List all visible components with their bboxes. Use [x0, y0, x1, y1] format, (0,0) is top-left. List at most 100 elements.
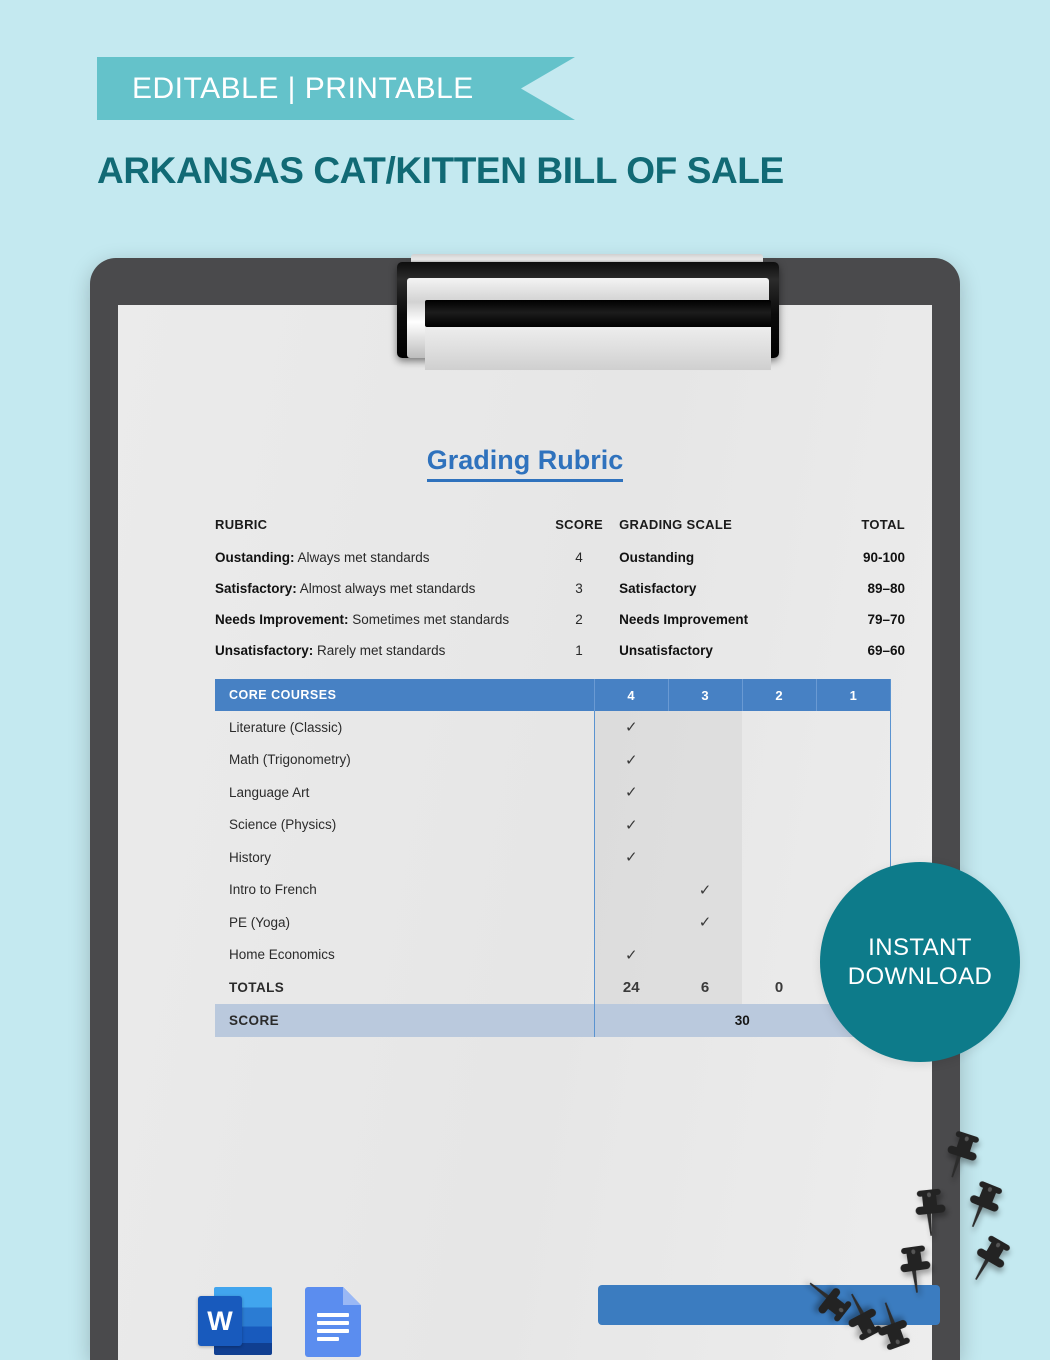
legend-scale: Needs Improvement: [619, 612, 749, 627]
legend-term: Unsatisfactory:: [215, 643, 314, 658]
document-title: Grading Rubric: [118, 445, 932, 482]
gdoc-text-lines: [317, 1313, 349, 1345]
legend-desc: Almost always met standards: [296, 581, 476, 596]
score-cell-3[interactable]: [668, 743, 742, 776]
totals-3: 6: [668, 971, 742, 1004]
legend-term: Satisfactory:: [215, 581, 297, 596]
score-cell-4[interactable]: ✓: [594, 808, 668, 841]
legend-scale: Satisfactory: [619, 581, 697, 596]
file-format-icons: W: [198, 1287, 361, 1357]
badge-line-1: INSTANT: [868, 933, 972, 961]
core-courses-table: CORE COURSES 4 3 2 1 Literature (Classic…: [215, 679, 890, 1037]
legend-rubric-desc: Needs Improvement: Sometimes met standar…: [215, 612, 539, 627]
course-name: Intro to French: [215, 873, 595, 906]
score-cell-3[interactable]: ✓: [668, 873, 742, 906]
legend-desc: Sometimes met standards: [348, 612, 510, 627]
table-row: Home Economics ✓: [215, 938, 890, 972]
table-row: Intro to French ✓: [215, 873, 890, 907]
clip-face: [425, 327, 771, 370]
score-cell-3[interactable]: [668, 808, 742, 841]
legend-score: 1: [575, 643, 583, 658]
score-cell-1[interactable]: [816, 841, 890, 874]
score-cell-2[interactable]: [742, 939, 816, 972]
legend-total: 69–60: [867, 643, 906, 658]
score-cell-4[interactable]: ✓: [594, 938, 668, 971]
clip-outer-frame: [397, 262, 779, 370]
score-cell-2[interactable]: [742, 776, 816, 809]
score-cell-4[interactable]: ✓: [594, 776, 668, 809]
legend-scale: Unsatisfactory: [619, 643, 713, 658]
ribbon-notch-shape: [521, 57, 575, 120]
legend-row: Oustanding: Always met standards 4 Ousta…: [215, 550, 905, 581]
table-row: Language Art ✓: [215, 776, 890, 809]
clip-inner-frame: [407, 278, 771, 370]
legend-desc: Always met standards: [294, 550, 430, 565]
pushpin-icon: [897, 1183, 959, 1245]
table-row: History ✓: [215, 841, 890, 874]
page-title: ARKANSAS CAT/KITTEN BILL OF SALE: [97, 150, 784, 191]
legend-rubric-desc: Satisfactory: Almost always met standard…: [215, 581, 539, 596]
table-row: Science (Physics) ✓: [215, 808, 890, 842]
legend-header-total: TOTAL: [861, 517, 906, 532]
course-name: Literature (Classic): [215, 711, 595, 744]
table-header-1: 1: [849, 687, 857, 703]
score-cell-3[interactable]: [668, 841, 742, 874]
clipboard-clip: [397, 254, 779, 370]
table-row: PE (Yoga) ✓: [215, 906, 890, 939]
score-cell-4[interactable]: [594, 906, 668, 939]
totals-row: TOTALS 24 6 0: [215, 971, 890, 1004]
score-cell-4[interactable]: ✓: [594, 711, 668, 744]
clipboard-paper: Grading Rubric RUBRIC SCORE GRADING SCAL…: [118, 305, 932, 1360]
legend-header-score: SCORE: [555, 517, 603, 532]
score-cell-4[interactable]: ✓: [594, 743, 668, 776]
course-name: Language Art: [215, 776, 595, 809]
legend-row: Unsatisfactory: Rarely met standards 1 U…: [215, 643, 905, 674]
table-header-4: 4: [594, 679, 669, 711]
legend-total: 90-100: [862, 550, 906, 565]
clip-slot: [425, 300, 771, 327]
score-cell-1[interactable]: [816, 711, 890, 744]
score-cell-3[interactable]: [668, 776, 742, 809]
template-preview-page: EDITABLE | PRINTABLE ARKANSAS CAT/KITTEN…: [0, 0, 1050, 1360]
instant-download-badge[interactable]: INSTANT DOWNLOAD: [820, 862, 1020, 1062]
legend-term: Oustanding:: [215, 550, 295, 565]
totals-2: 0: [774, 979, 784, 996]
score-cell-2[interactable]: [742, 711, 816, 744]
rubric-legend-header: RUBRIC SCORE GRADING SCALE TOTAL: [215, 517, 905, 550]
legend-score: 4: [575, 550, 583, 565]
score-row: SCORE 30: [215, 1004, 890, 1037]
legend-header-grading-scale: GRADING SCALE: [619, 517, 733, 532]
microsoft-word-icon[interactable]: W: [198, 1287, 272, 1355]
score-cell-2[interactable]: [742, 744, 816, 777]
table-header-2: 2: [742, 679, 817, 711]
score-cell-2[interactable]: [742, 874, 816, 907]
score-cell-2[interactable]: [742, 809, 816, 842]
legend-term: Needs Improvement:: [215, 612, 349, 627]
totals-4: 24: [594, 971, 668, 1004]
legend-rubric-desc: Unsatisfactory: Rarely met standards: [215, 643, 539, 658]
course-name: PE (Yoga): [215, 906, 595, 939]
google-docs-icon[interactable]: [305, 1287, 361, 1357]
course-name: Math (Trigonometry): [215, 743, 595, 776]
score-cell-3[interactable]: [668, 938, 742, 971]
ribbon-label: EDITABLE | PRINTABLE: [132, 71, 474, 105]
course-name: Science (Physics): [215, 808, 595, 841]
legend-score: 3: [575, 581, 583, 596]
table-header-core-courses: CORE COURSES: [215, 679, 595, 711]
score-cell-3[interactable]: [668, 711, 742, 744]
badge-line-2: DOWNLOAD: [847, 963, 993, 990]
score-cell-2[interactable]: [742, 906, 816, 939]
score-cell-4[interactable]: ✓: [594, 841, 668, 874]
word-letter: W: [198, 1296, 242, 1346]
score-cell-1[interactable]: [816, 809, 890, 842]
score-cell-3[interactable]: ✓: [668, 906, 742, 939]
legend-header-rubric: RUBRIC: [215, 517, 268, 532]
legend-scale: Oustanding: [619, 550, 695, 565]
table-row: Math (Trigonometry) ✓: [215, 743, 890, 777]
document-preview: Grading Rubric RUBRIC SCORE GRADING SCAL…: [118, 305, 932, 1360]
score-cell-4[interactable]: [594, 873, 668, 906]
score-label: SCORE: [215, 1004, 595, 1037]
score-cell-2[interactable]: [742, 841, 816, 874]
score-cell-1[interactable]: [816, 744, 890, 777]
score-cell-1[interactable]: [816, 776, 890, 809]
